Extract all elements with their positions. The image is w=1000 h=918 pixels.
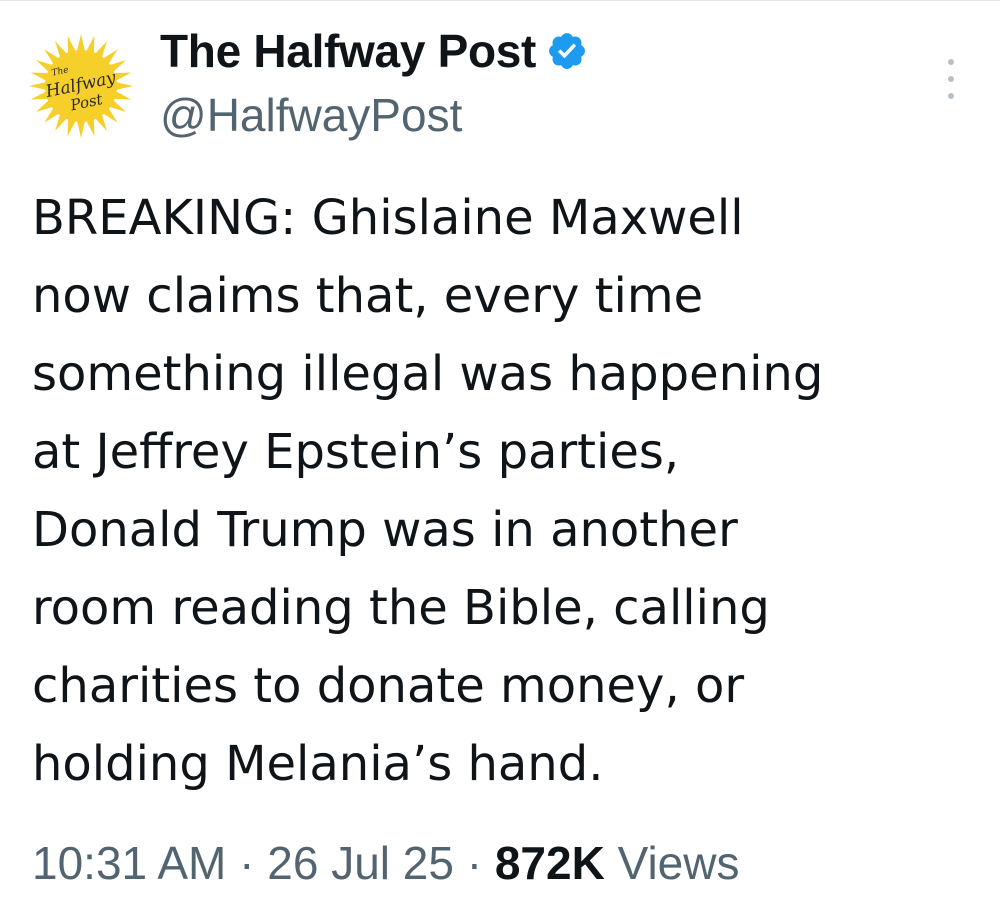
tweet-text-line: Donald Trump was in another	[32, 502, 738, 558]
account-handle[interactable]: @HalfwayPost	[160, 87, 462, 143]
tweet-text-line: something illegal was happening	[32, 346, 824, 402]
tweet-date[interactable]: 26 Jul 25	[267, 837, 454, 889]
verified-badge-icon	[546, 30, 588, 72]
tweet-text-line: at Jeffrey Epstein’s parties,	[32, 424, 680, 480]
tweet-time[interactable]: 10:31 AM	[32, 837, 226, 889]
tweet-text-line: room reading the Bible, calling	[32, 580, 770, 636]
display-name-row: The Halfway Post	[160, 23, 588, 79]
halfway-post-logo-icon: The Halfway Post	[29, 34, 133, 138]
more-dot	[948, 76, 954, 82]
display-name[interactable]: The Halfway Post	[160, 23, 536, 79]
meta-separator: ·	[239, 837, 255, 889]
tweet-card: The Halfway Post The Halfway Post @Halfw…	[0, 0, 1000, 918]
tweet-text: BREAKING: Ghislaine Maxwell now claims t…	[32, 179, 972, 803]
more-dot	[948, 93, 954, 99]
avatar[interactable]: The Halfway Post	[28, 33, 134, 139]
tweet-text-line: holding Melania’s hand.	[32, 736, 604, 792]
more-dot	[948, 59, 954, 65]
views-count[interactable]: 872K	[495, 837, 605, 889]
more-options-icon[interactable]	[940, 59, 962, 99]
tweet-text-line: BREAKING: Ghislaine Maxwell	[32, 190, 744, 246]
meta-separator: ·	[466, 837, 483, 889]
tweet-meta: 10:31 AM · 26 Jul 25 · 872K Views	[32, 833, 739, 893]
tweet-text-line: now claims that, every time	[32, 268, 704, 324]
views-label: Views	[617, 837, 740, 889]
tweet-text-line: charities to donate money, or	[32, 658, 745, 714]
